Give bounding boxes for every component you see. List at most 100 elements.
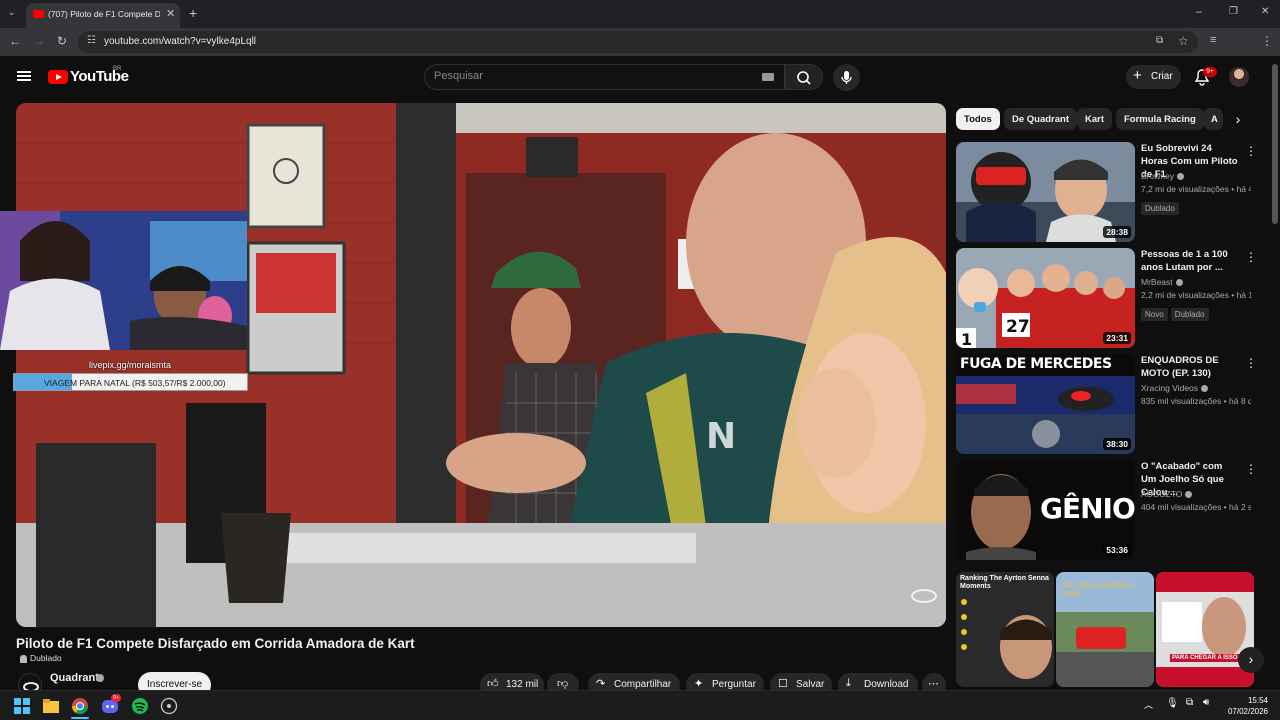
search-button[interactable] [785,64,823,90]
more-options-icon[interactable]: ⋮ [1245,462,1257,476]
youtube-favicon-icon [33,10,44,18]
recommendation-thumbnail[interactable]: FUGA DE MERCEDES 38:30 [956,354,1135,454]
recommendation-thumbnail[interactable]: GÊNIO 53:36 [956,460,1135,560]
back-icon[interactable]: ← [9,34,21,48]
recommendation-channel[interactable]: AUGUZTO [1141,489,1193,499]
recommendation-item[interactable]: 27 1 23:31 Pessoas de 1 a 100 anos Lutam… [956,248,1257,348]
windows-start-icon[interactable] [13,697,31,715]
video-duration: 38:30 [1103,438,1131,450]
scrollbar-thumb[interactable] [1272,64,1278,224]
recommendation-item[interactable]: GÊNIO 53:36 O "Acabado" com Um Joelho Só… [956,460,1257,560]
window-close-icon[interactable]: ✕ [1261,6,1269,17]
verified-icon [1177,173,1185,181]
chrome-menu-icon[interactable]: ⋮ [1261,34,1273,48]
network-icon[interactable]: ⧉ [1186,697,1193,708]
new-tab-button[interactable]: + [189,5,197,21]
recommendation-title[interactable]: ENQUADROS DE MOTO (EP. 130) [1141,354,1239,380]
tab-search-icon[interactable]: ⌄ [8,7,16,18]
dubbed-badge: Dublado [1170,308,1209,321]
save-playlist-icon: ☐ [778,678,788,690]
browser-tab[interactable]: (707) Piloto de F1 Compete Disfarçado ✕ [26,3,180,28]
new-badge: Novo [1141,308,1168,321]
short-caption: PARA CHEGAR A ISSO [1170,654,1240,662]
recommendation-metadata: 404 mil visualizações • há 2 s... [1141,502,1251,512]
more-options-icon[interactable]: ⋮ [1245,250,1257,264]
tab-close-icon[interactable]: ✕ [166,7,175,20]
media-controls-icon[interactable]: ≡ [1210,34,1216,46]
thumbnail-caption: FUGA DE MERCEDES [960,356,1112,372]
chip-more[interactable]: A [1203,108,1223,130]
short-item[interactable]: Ranking The Ayrton Senna Moments [956,572,1054,687]
channel-name-text: AUGUZTO [1141,489,1183,499]
reload-icon[interactable]: ↻ [57,34,67,48]
video-title: Piloto de F1 Compete Disfarçado em Corri… [16,636,415,651]
video-duration: 28:38 [1103,226,1131,238]
more-options-icon[interactable]: ⋮ [1245,356,1257,370]
chip-todos[interactable]: Todos [956,108,1000,130]
chrome-icon[interactable] [71,697,89,715]
install-app-icon[interactable]: ⧉ [1156,35,1163,46]
address-bar[interactable]: ☷ youtube.com/watch?v=vylke4pLqll [78,31,1198,53]
recommendation-channel[interactable]: Browney [1141,171,1185,181]
save-label: Salvar [796,679,825,690]
microphone-tray-icon[interactable]: 🎙︎ [1166,698,1179,709]
windows-taskbar: 9+ ︿ 🎙︎ ⧉ 🔊︎ 15:54 07/02/2026 [0,690,1280,720]
thumbs-down-icon: 👎︎ [557,678,569,690]
recommendation-badges: Dublado [1141,198,1182,215]
chip-kart[interactable]: Kart [1077,108,1113,130]
ask-label: Perguntar [712,679,756,690]
search-input[interactable] [434,70,734,82]
channel-name[interactable]: Quadrant [50,672,99,684]
discord-badge: 9+ [111,694,121,702]
youtube-logo-icon[interactable] [48,70,68,84]
short-item[interactable]: Vai, hoje eu conheço a inveja [1056,572,1154,687]
share-label: Compartilhar [614,679,672,690]
page-scrollbar[interactable] [1270,56,1280,690]
more-horizontal-icon: ⋯ [928,678,939,690]
dubbed-badge: Dublado [16,653,62,665]
forward-icon[interactable]: → [33,34,45,48]
verified-icon [1185,491,1193,499]
streamer-webcam-overlay [0,211,247,350]
recommendation-metadata: 7,2 mi de visualizações • há 4 ... [1141,184,1251,194]
recommendation-item[interactable]: FUGA DE MERCEDES 38:30 ENQUADROS DE MOTO… [956,354,1257,454]
app-icon[interactable] [160,697,178,715]
browser-toolbar: ← → ↻ ☷ youtube.com/watch?v=vylke4pLqll … [0,28,1280,76]
channel-name-text: Xracing Videos [1141,383,1199,393]
donation-goal-text: VIAGEM PARA NATAL (R$ 503,57/R$ 2.000,00… [44,378,226,388]
short-item[interactable]: PARA CHEGAR A ISSO [1156,572,1254,687]
chip-formula-racing[interactable]: Formula Racing [1116,108,1204,130]
volume-icon[interactable]: 🔊︎ [1203,697,1209,708]
account-avatar[interactable] [1229,67,1249,87]
keyboard-icon[interactable] [762,73,774,81]
recommendation-thumbnail[interactable]: 28:38 [956,142,1135,242]
chips-next-icon[interactable]: › [1226,108,1250,130]
video-duration: 23:31 [1103,332,1131,344]
recommendation-item[interactable]: 28:38 Eu Sobrevivi 24 Horas Com um Pilot… [956,142,1257,242]
bookmark-star-icon[interactable]: ☆ [1178,34,1189,48]
short-thumbnail [1156,572,1254,687]
site-info-icon[interactable]: ☷ [87,35,96,46]
recommendation-metadata: 2,2 mi de visualizações • há 1 ... [1141,290,1251,300]
recommendation-metadata: 835 mil visualizações • há 8 di... [1141,396,1251,406]
recommendation-channel[interactable]: MrBeast [1141,277,1183,287]
more-options-icon[interactable]: ⋮ [1245,144,1257,158]
thumbnail-caption: GÊNIO [1040,492,1135,525]
shorts-next-icon[interactable]: › [1238,647,1264,673]
minimize-icon[interactable]: – [1196,6,1202,18]
spotify-icon[interactable] [131,697,149,715]
taskbar-clock[interactable]: 15:54 07/02/2026 [1218,695,1268,717]
verified-icon [96,674,104,682]
webcam-image [0,211,247,350]
tray-expand-icon[interactable]: ︿ [1144,698,1153,711]
chip-de-quadrant[interactable]: De Quadrant [1004,108,1078,130]
restore-icon[interactable]: ❐ [1229,6,1238,17]
menu-icon[interactable] [17,71,31,81]
recommendation-title[interactable]: Pessoas de 1 a 100 anos Lutam por ... [1141,248,1239,274]
create-button[interactable]: + Criar [1126,65,1181,89]
browser-tab-strip: ⌄ (707) Piloto de F1 Compete Disfarçado … [0,0,1280,28]
voice-search-button[interactable] [833,64,860,91]
recommendation-thumbnail[interactable]: 27 1 23:31 [956,248,1135,348]
recommendation-channel[interactable]: Xracing Videos [1141,383,1209,393]
file-explorer-icon[interactable] [42,697,60,715]
